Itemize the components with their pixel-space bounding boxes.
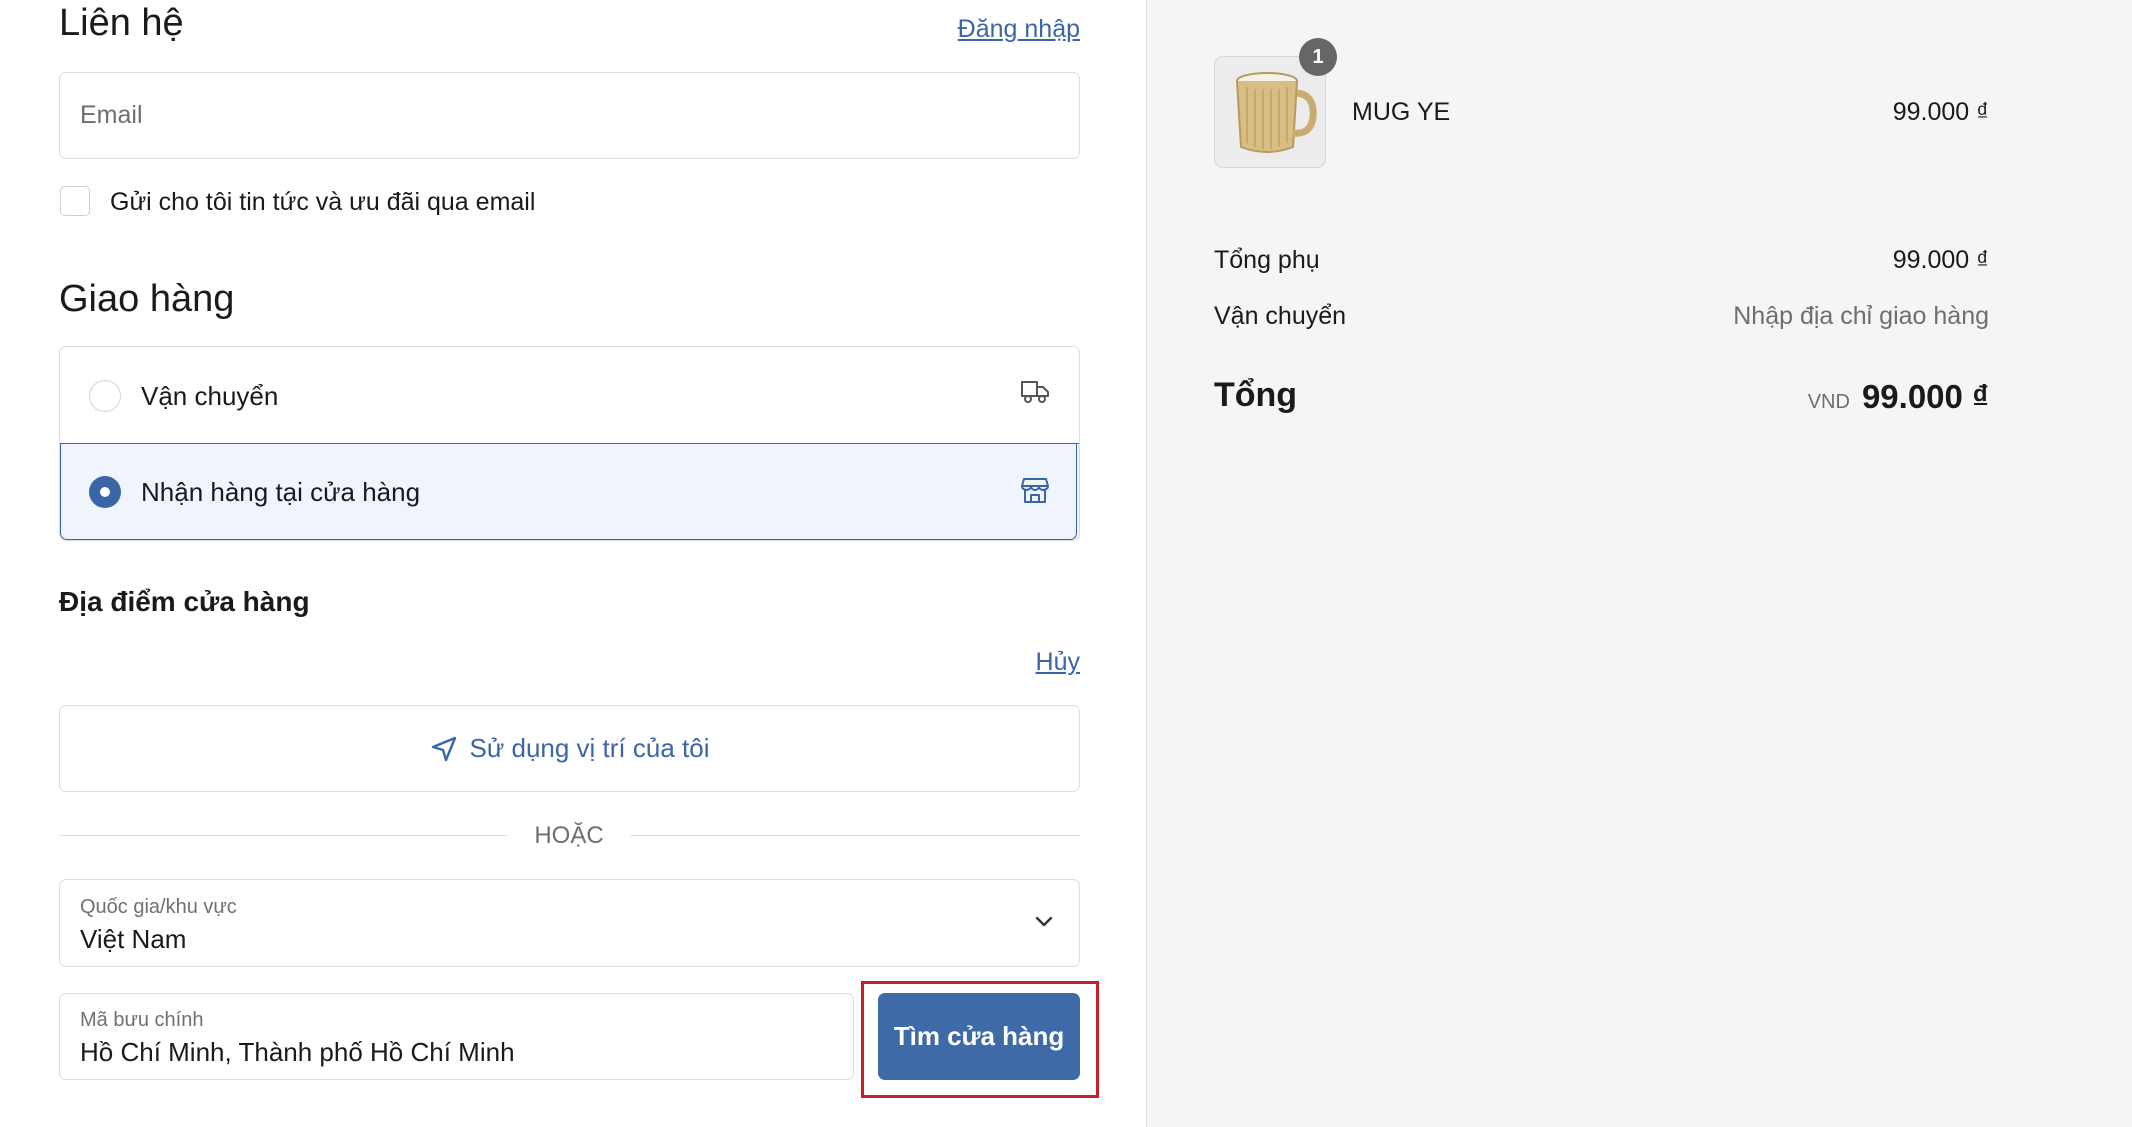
divider-left — [59, 835, 508, 836]
shipping-label: Vận chuyển — [1214, 302, 1347, 330]
newsletter-label: Gửi cho tôi tin tức và ưu đãi qua email — [110, 188, 536, 216]
use-my-location-label: Sử dụng vị trí của tôi — [469, 733, 710, 763]
chevron-down-icon — [1035, 916, 1053, 927]
cancel-link[interactable]: Hủy — [1036, 648, 1080, 677]
find-store-button[interactable]: Tìm cửa hàng — [878, 993, 1080, 1080]
order-summary: 1 MUG YE 99.000 ₫ Tổng phụ 99.000 ₫ Vận … — [1146, 0, 2132, 1127]
total-amount: VND 99.000 ₫ — [1808, 378, 1989, 416]
delivery-option-shipping[interactable]: Vận chuyển — [60, 347, 1079, 443]
subtotal-value: 99.000 ₫ — [1892, 246, 1989, 274]
shipping-value: Nhập địa chỉ giao hàng — [1733, 302, 1989, 330]
mug-image — [1236, 72, 1317, 153]
newsletter-checkbox[interactable] — [60, 186, 90, 216]
country-label: Quốc gia/khu vực — [80, 896, 237, 918]
email-input[interactable] — [60, 73, 1079, 158]
delivery-title: Giao hàng — [59, 278, 235, 320]
total-label: Tổng — [1214, 376, 1298, 414]
country-value: Việt Nam — [80, 924, 187, 954]
store-icon — [1021, 478, 1049, 503]
contact-title: Liên hệ — [59, 2, 184, 44]
pickup-radio[interactable] — [89, 476, 121, 508]
product-name: MUG YE — [1352, 98, 1451, 126]
pickup-option-label: Nhận hàng tại cửa hàng — [141, 477, 421, 507]
delivery-option-pickup[interactable]: Nhận hàng tại cửa hàng — [60, 443, 1079, 540]
country-select[interactable]: Quốc gia/khu vực Việt Nam — [59, 879, 1080, 967]
currency-code: VND — [1807, 391, 1850, 413]
postal-label: Mã bưu chính — [80, 1009, 204, 1031]
divider-right — [630, 835, 1080, 836]
delivery-options: Vận chuyển Nhận hàng tại cửa hàng — [59, 346, 1080, 541]
login-link[interactable]: Đăng nhập — [958, 15, 1080, 44]
store-location-title: Địa điểm cửa hàng — [59, 586, 310, 617]
location-arrow-icon — [431, 736, 456, 761]
quantity-badge: 1 — [1299, 38, 1337, 76]
truck-icon — [1021, 381, 1049, 403]
postal-code-field[interactable]: Mã bưu chính Hồ Chí Minh, Thành phố Hồ C… — [59, 993, 854, 1080]
shipping-radio[interactable] — [89, 380, 121, 412]
or-label: HOẶC — [534, 822, 604, 849]
email-field[interactable] — [59, 72, 1080, 159]
total-value: 99.000 ₫ — [1861, 378, 1989, 415]
checkout-form: Liên hệ Đăng nhập Gửi cho tôi tin tức và… — [0, 0, 1146, 1127]
use-my-location-button[interactable]: Sử dụng vị trí của tôi — [59, 705, 1080, 792]
postal-value[interactable]: Hồ Chí Minh, Thành phố Hồ Chí Minh — [80, 1037, 515, 1068]
shipping-option-label: Vận chuyển — [141, 381, 279, 411]
product-price: 99.000 ₫ — [1892, 98, 1989, 126]
subtotal-label: Tổng phụ — [1214, 246, 1320, 274]
